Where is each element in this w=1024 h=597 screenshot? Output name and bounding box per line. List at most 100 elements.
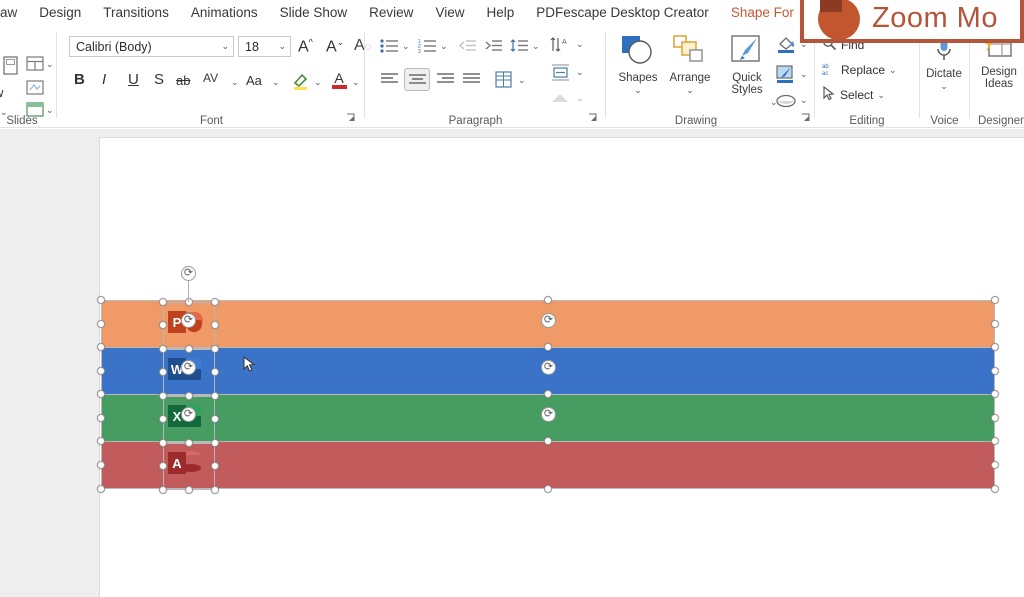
tab-pdfescape-desktop-creator[interactable]: PDFescape Desktop Creator [525,0,720,26]
resize-handle[interactable] [211,415,219,423]
resize-handle[interactable] [159,415,167,423]
dictate-button[interactable]: Dictate ⌄ [918,36,970,122]
resize-handle[interactable] [544,485,552,493]
resize-handle[interactable] [159,462,167,470]
numbering-chevron-down-icon[interactable]: ⌄ [440,42,448,51]
resize-handle[interactable] [97,367,105,375]
line-spacing-chevron-down-icon[interactable]: ⌄ [532,42,540,51]
font-name-combo[interactable]: Calibri (Body) ⌄ [69,36,234,57]
resize-handle[interactable] [211,462,219,470]
arrange-button[interactable]: Arrange ⌄ [664,30,716,116]
resize-handle[interactable] [159,321,167,329]
character-spacing-button[interactable]: AV [203,72,218,84]
align-text-icon[interactable] [548,62,572,82]
numbering-icon[interactable]: 123 [416,36,438,54]
resize-handle[interactable] [991,485,999,493]
rotate-handle[interactable]: ⟳ [541,313,556,328]
resize-handle[interactable] [97,343,105,351]
font-name-chevron-down-icon[interactable]: ⌄ [221,41,229,52]
resize-handle[interactable] [211,392,219,400]
resize-handle[interactable] [211,345,219,353]
font-color-chevron-down-icon[interactable]: ⌄ [352,78,360,87]
section-chevron-down-icon[interactable]: ⌄ [46,106,54,115]
character-spacing-chevron-down-icon[interactable]: ⌄ [231,78,239,87]
resize-handle[interactable] [544,437,552,445]
resize-handle[interactable] [159,345,167,353]
rotate-handle[interactable]: ⟳ [541,407,556,422]
select-chevron-down-icon[interactable]: ⌄ [877,91,885,100]
italic-button[interactable]: I [102,72,106,87]
tab-animations[interactable]: Animations [180,0,269,26]
select-button[interactable]: Select ⌄ [822,86,885,104]
align-center-icon[interactable] [404,68,430,91]
resize-handle[interactable] [991,437,999,445]
resize-handle[interactable] [159,486,167,494]
text-highlight-color-icon[interactable] [290,70,312,92]
change-case-chevron-down-icon[interactable]: ⌄ [272,78,280,87]
smartart-chevron-down-icon[interactable]: ⌄ [576,94,584,103]
font-dialog-launcher[interactable] [345,113,357,125]
slide-canvas[interactable]: ⟳ ⟳ ⟳ P W X [100,138,1024,597]
resize-handle[interactable] [991,461,999,469]
resize-handle[interactable] [97,320,105,328]
rotate-handle[interactable]: ⟳ [181,266,196,281]
shape-fill-icon[interactable] [774,34,798,54]
font-size-combo[interactable]: 18 ⌄ [238,36,291,57]
shape-effects-icon[interactable] [774,92,798,110]
decrease-font-size-button[interactable]: A⌄ [326,38,344,55]
rotate-handle[interactable]: ⟳ [181,407,196,422]
shape-outline-chevron-down-icon[interactable]: ⌄ [800,70,808,79]
resize-handle[interactable] [185,486,193,494]
resize-handle[interactable] [544,343,552,351]
line-spacing-icon[interactable] [508,36,530,54]
new-slide-label[interactable]: w [0,86,3,99]
shapes-button[interactable]: Shapes ⌄ [612,30,664,116]
font-size-chevron-down-icon[interactable]: ⌄ [278,41,286,52]
resize-handle[interactable] [97,485,105,493]
resize-handle[interactable] [211,321,219,329]
bold-button[interactable]: B [74,72,85,87]
text-shadow-button[interactable]: S [154,72,164,87]
resize-handle[interactable] [211,368,219,376]
underline-button[interactable]: U [128,72,139,87]
resize-handle[interactable] [97,461,105,469]
shapes-chevron-down-icon[interactable]: ⌄ [634,85,642,96]
align-left-icon[interactable] [378,70,400,88]
strikethrough-button[interactable]: ab [176,74,190,87]
align-right-icon[interactable] [434,70,456,88]
tab-slide-show[interactable]: Slide Show [269,0,359,26]
resize-handle[interactable] [185,392,193,400]
resize-handle[interactable] [97,437,105,445]
convert-to-smartart-icon[interactable] [548,88,572,108]
drawing-dialog-launcher[interactable] [800,113,812,125]
resize-handle[interactable] [991,390,999,398]
resize-handle[interactable] [544,296,552,304]
tab-view[interactable]: View [424,0,475,26]
bullets-icon[interactable] [378,36,400,54]
resize-handle[interactable] [211,486,219,494]
resize-handle[interactable] [159,298,167,306]
resize-handle[interactable] [185,345,193,353]
quick-styles-button[interactable]: Quick Styles [718,30,776,116]
font-color-icon[interactable]: A [328,69,350,91]
replace-chevron-down-icon[interactable]: ⌄ [889,66,897,75]
resize-handle[interactable] [159,392,167,400]
rotate-handle[interactable]: ⟳ [541,360,556,375]
design-ideas-button[interactable]: Design Ideas [971,32,1024,118]
highlight-chevron-down-icon[interactable]: ⌄ [314,78,322,87]
resize-handle[interactable] [991,320,999,328]
resize-handle[interactable] [211,298,219,306]
layout-chevron-down-icon[interactable]: ⌄ [46,60,54,69]
increase-indent-icon[interactable] [482,36,504,54]
reset-slide-icon[interactable] [24,78,46,96]
tab-transitions[interactable]: Transitions [92,0,180,26]
new-slide-icon[interactable] [0,54,22,78]
tab-draw[interactable]: aw [0,0,28,26]
tab-help[interactable]: Help [475,0,525,26]
resize-handle[interactable] [544,390,552,398]
resize-handle[interactable] [991,296,999,304]
resize-handle[interactable] [97,296,105,304]
resize-handle[interactable] [991,343,999,351]
resize-handle[interactable] [97,414,105,422]
increase-font-size-button[interactable]: A^ [298,38,313,55]
